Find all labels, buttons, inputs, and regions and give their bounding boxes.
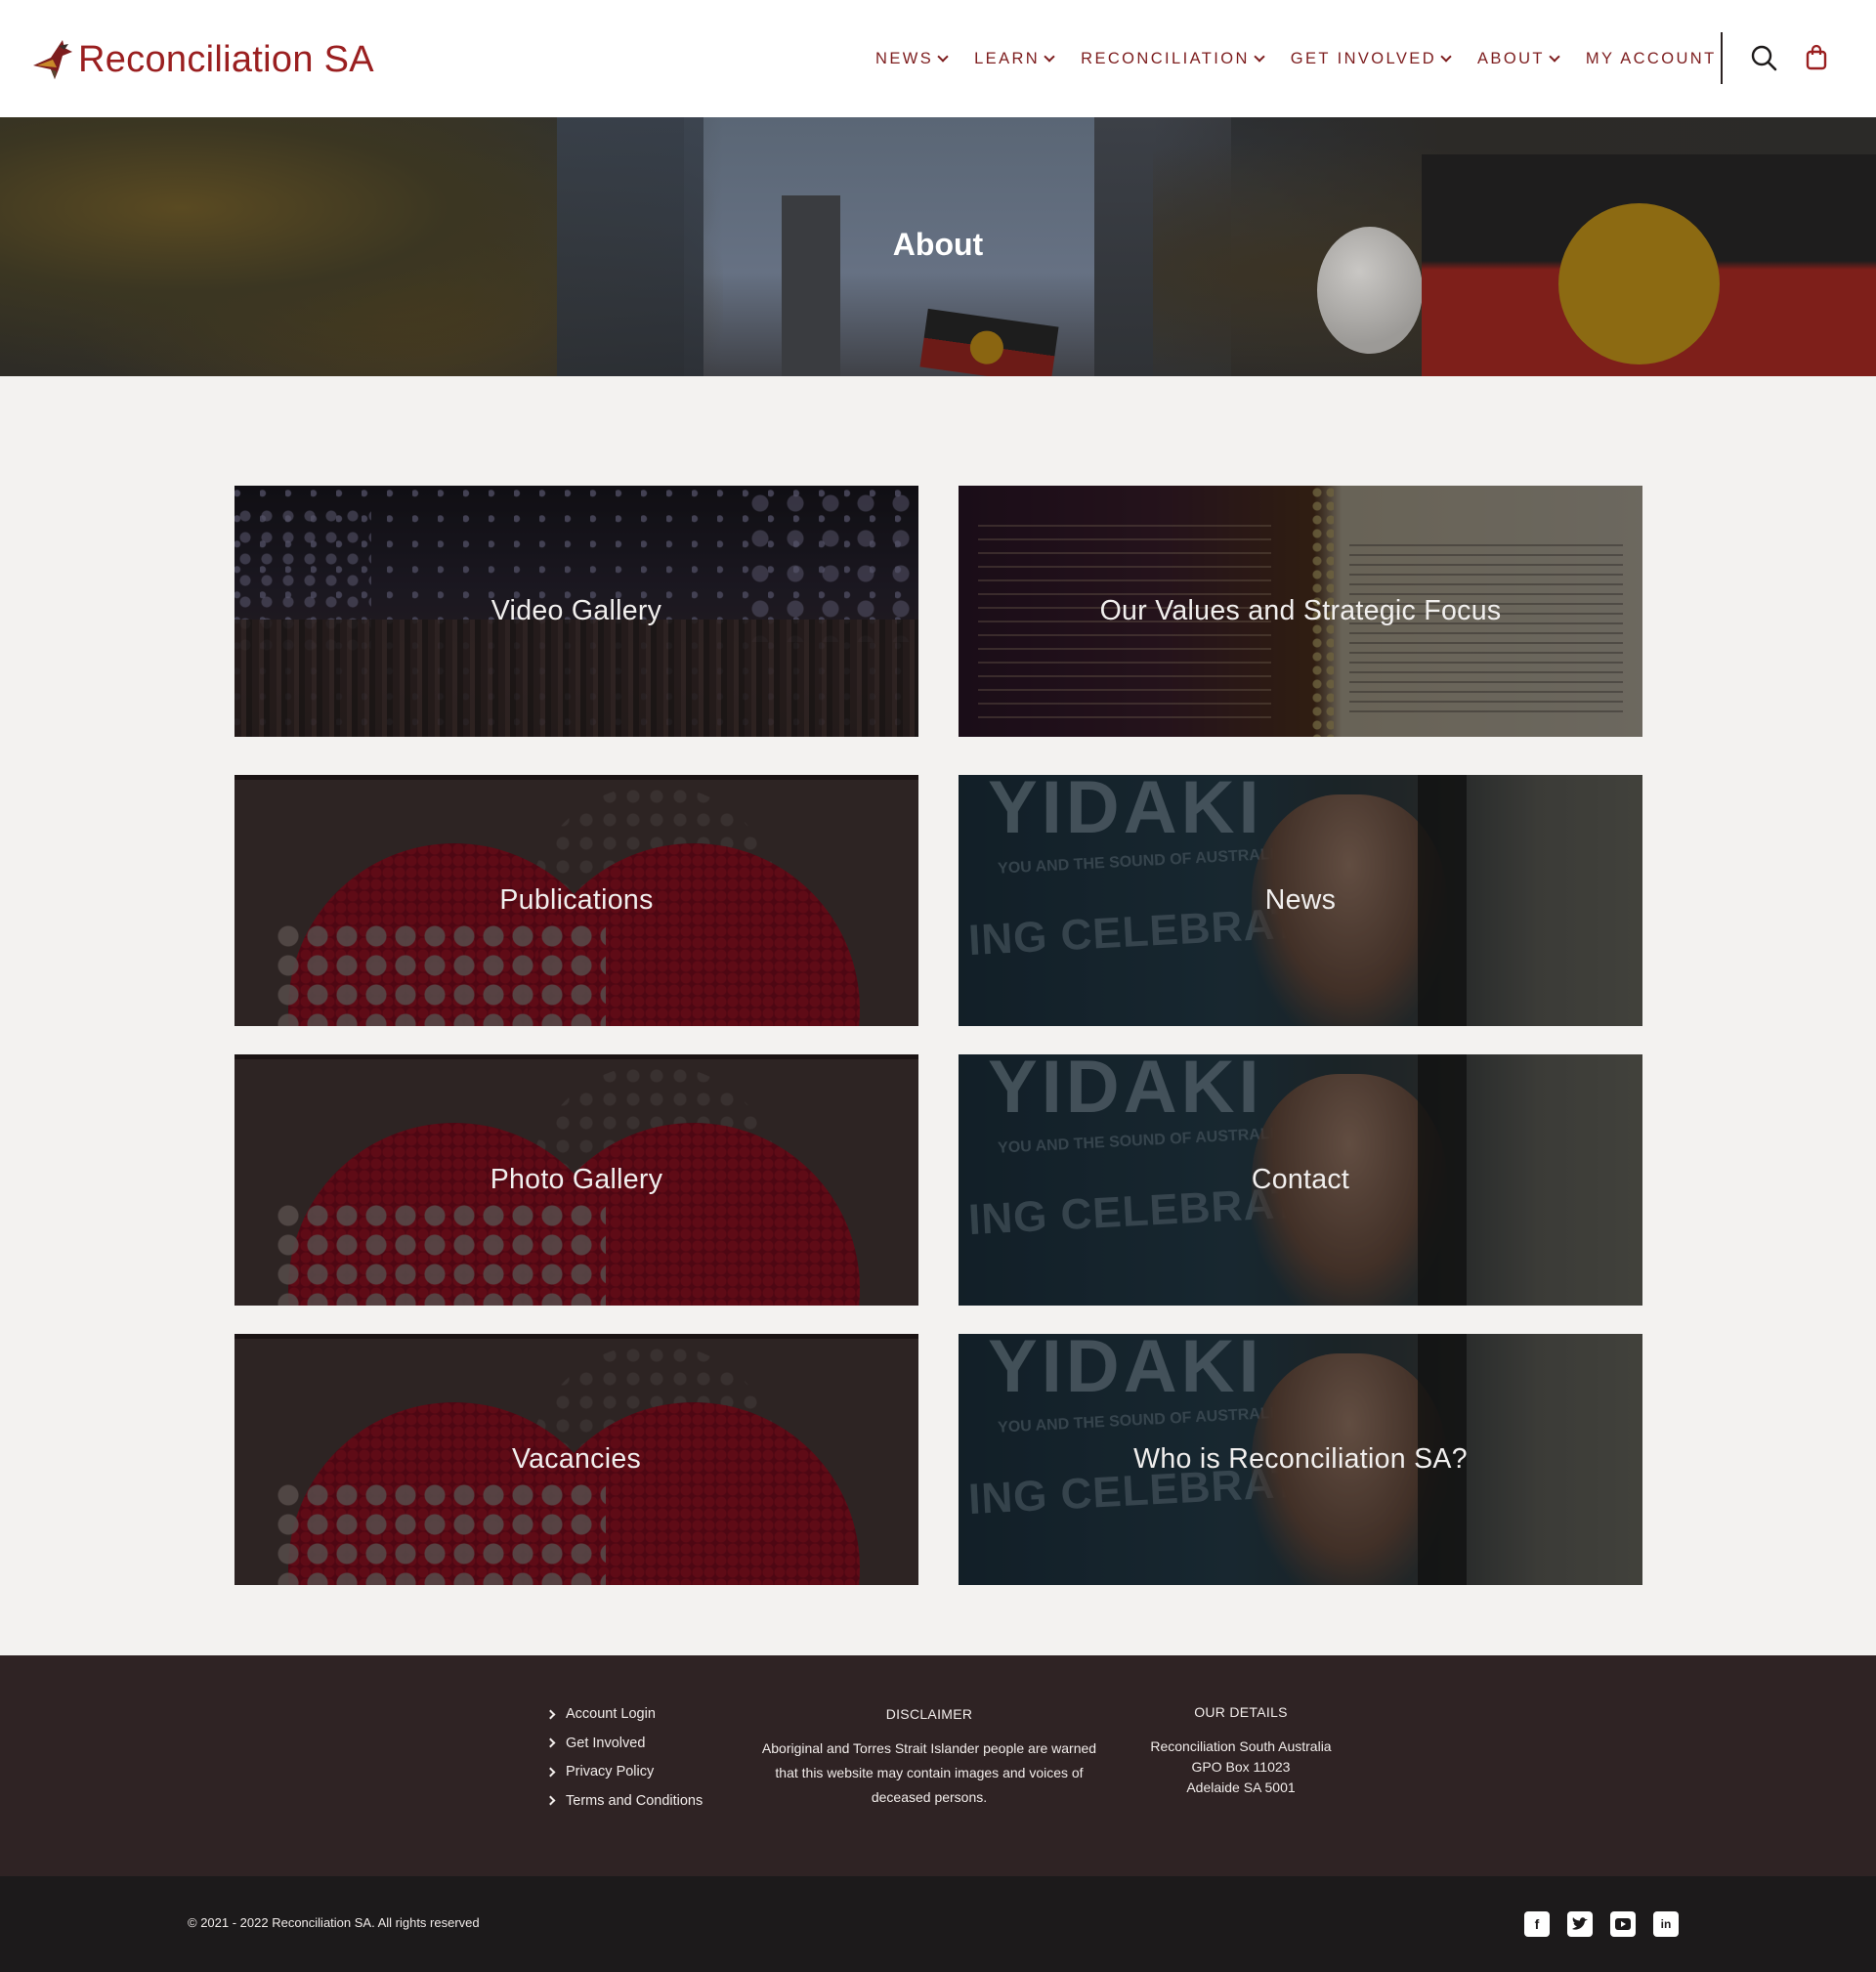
flag-sun [967, 328, 1006, 366]
search-icon[interactable] [1749, 43, 1778, 72]
card-label: Who is Reconciliation SA? [1133, 1443, 1468, 1475]
nav-label: GET INVOLVED [1290, 49, 1437, 67]
bottom-bar: © 2021 - 2022 Reconciliation SA. All rig… [0, 1876, 1876, 1972]
chevron-down-icon [1440, 51, 1452, 63]
details-line: Adelaide SA 5001 [1186, 1779, 1296, 1795]
nav-my-account[interactable]: MY ACCOUNT [1586, 50, 1717, 68]
nav-learn[interactable]: LEARN [974, 49, 1055, 68]
card-label: News [1264, 884, 1337, 916]
footer-link-label: Terms and Conditions [566, 1792, 704, 1809]
card-vacancies[interactable]: Vacancies [234, 1334, 918, 1585]
nav-label: RECONCILIATION [1081, 49, 1250, 67]
footer-link-get-involved[interactable]: Get Involved [545, 1735, 703, 1751]
logo-text: Reconciliation SA [78, 38, 374, 80]
card-who-is-reconciliation-sa[interactable]: YIDAKI YOU AND THE SOUND OF AUSTRALIA IN… [959, 1334, 1642, 1585]
card-publications[interactable]: Publications [234, 775, 918, 1026]
card-contact[interactable]: YIDAKI YOU AND THE SOUND OF AUSTRALIA IN… [959, 1054, 1642, 1306]
footer-link-label: Account Login [566, 1706, 656, 1722]
linkedin-icon[interactable]: in [1653, 1911, 1679, 1937]
card-photo-gallery[interactable]: Photo Gallery [234, 1054, 918, 1306]
chevron-right-icon [545, 1737, 556, 1748]
chevron-down-icon [1549, 51, 1560, 63]
bird-logo-icon [33, 40, 72, 79]
footer-link-label: Get Involved [566, 1735, 646, 1751]
site-logo[interactable]: Reconciliation SA [29, 35, 374, 84]
footer-link-label: Privacy Policy [566, 1764, 655, 1779]
footer-links: Account Login Get Involved Privacy Polic… [545, 1706, 704, 1822]
chevron-right-icon [545, 1709, 556, 1719]
disclaimer-text: Aboriginal and Torres Strait Islander pe… [761, 1740, 1097, 1805]
hero-building [782, 195, 840, 376]
cart-icon[interactable] [1803, 43, 1832, 72]
chevron-down-icon [1254, 51, 1265, 63]
card-video-gallery[interactable]: Video Gallery [234, 486, 918, 737]
footer-details: OUR DETAILS Reconciliation South Austral… [1124, 1702, 1358, 1798]
aboriginal-flag-image [1422, 154, 1876, 376]
nav-label: LEARN [974, 49, 1041, 67]
copyright-text: © 2021 - 2022 Reconciliation SA. All rig… [188, 1915, 480, 1930]
site-header: Reconciliation SA NEWS LEARN RECONCILIAT… [0, 0, 1876, 117]
chevron-down-icon [1044, 51, 1055, 63]
details-heading: OUR DETAILS [1194, 1704, 1288, 1720]
header-divider [1721, 32, 1723, 84]
nav-news[interactable]: NEWS [875, 49, 949, 68]
footer-disclaimer: DISCLAIMER Aboriginal and Torres Strait … [752, 1702, 1106, 1810]
chevron-right-icon [545, 1767, 556, 1777]
youtube-icon[interactable] [1610, 1911, 1636, 1937]
chevron-right-icon [545, 1795, 556, 1806]
card-label: Video Gallery [490, 595, 662, 626]
facebook-icon[interactable]: f [1524, 1911, 1550, 1937]
card-label: Publications [499, 884, 654, 916]
twitter-icon[interactable] [1567, 1911, 1593, 1937]
footer-link-terms[interactable]: Terms and Conditions [545, 1792, 704, 1809]
card-label: Vacancies [511, 1443, 642, 1475]
footer-link-privacy-policy[interactable]: Privacy Policy [545, 1764, 703, 1779]
site-footer: Account Login Get Involved Privacy Polic… [0, 1655, 1876, 1876]
nav-about[interactable]: ABOUT [1477, 49, 1560, 68]
nav-label: MY ACCOUNT [1585, 49, 1717, 67]
footer-link-account-login[interactable]: Account Login [545, 1706, 703, 1722]
chevron-down-icon [937, 51, 949, 63]
card-label: Photo Gallery [490, 1164, 663, 1195]
card-news[interactable]: YIDAKI YOU AND THE SOUND OF AUSTRALIA IN… [959, 775, 1642, 1026]
nav-label: ABOUT [1477, 49, 1545, 67]
card-label: Contact [1251, 1164, 1350, 1195]
details-line: GPO Box 11023 [1191, 1759, 1291, 1775]
card-values-strategic-focus[interactable]: Our Values and Strategic Focus [959, 486, 1642, 737]
nav-get-involved[interactable]: GET INVOLVED [1290, 49, 1452, 68]
card-label: Our Values and Strategic Focus [1099, 595, 1502, 626]
page-title: About [892, 227, 984, 262]
details-line: Reconciliation South Australia [1150, 1738, 1332, 1754]
disclaimer-heading: DISCLAIMER [885, 1706, 973, 1722]
nav-reconciliation[interactable]: RECONCILIATION [1081, 49, 1265, 68]
nav-label: NEWS [875, 49, 934, 67]
main-nav: NEWS LEARN RECONCILIATION GET INVOLVED A… [875, 45, 1717, 72]
hero-banner: About [0, 117, 1876, 376]
